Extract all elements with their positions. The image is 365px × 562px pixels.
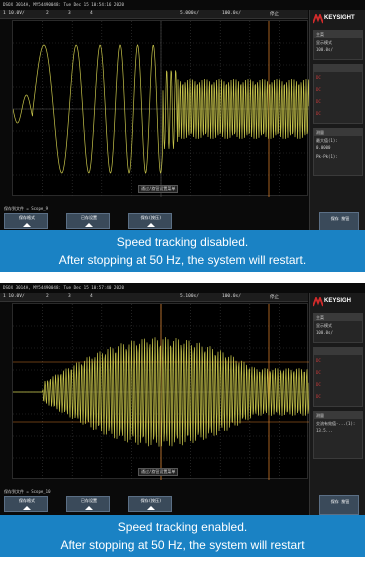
ch3-coupling: DC xyxy=(316,99,321,104)
caption-line-2: After stopping at 50 Hz, the system will… xyxy=(58,253,307,267)
caption: Speed tracking enabled. After stopping a… xyxy=(0,515,365,557)
delay[interactable]: 100.0s/ xyxy=(222,294,241,299)
display-mode-label: 显示模式 xyxy=(316,323,332,328)
save-file-label: 保存到文件 = Scope_9 xyxy=(4,206,49,211)
softkey-3[interactable]: 保存(按压) xyxy=(128,213,172,229)
sidebar: KEYSIGH 主菜 显示模式 100.0s/ DC DC DC DC 测量 交… xyxy=(309,293,365,515)
menu-hint-label: 通过/旋钮设置菜单 xyxy=(138,185,179,193)
up-arrow-icon xyxy=(147,223,155,227)
measure-max-value: 0.0000 xyxy=(316,145,331,150)
ch4-coupling: DC xyxy=(316,394,321,399)
brand: KEYSIGHT xyxy=(313,13,365,27)
channel-1-scale[interactable]: 1 10.0V/ xyxy=(3,294,25,299)
channel-3[interactable]: 3 xyxy=(68,11,71,16)
softkey-1[interactable]: 保存格式 xyxy=(4,496,48,512)
softkey-bar: 保存到文件 = Scope_9 保存格式 已存设置 保存(按压) xyxy=(0,206,308,229)
caption-line-1: Speed tracking enabled. xyxy=(117,520,248,534)
softkey-1[interactable]: 保存格式 xyxy=(4,213,48,229)
measure-rms-value: 13.5... xyxy=(316,428,333,433)
display-mode-label: 显示模式 xyxy=(316,40,332,45)
time-scale[interactable]: 5.000s/ xyxy=(180,11,199,16)
keysight-logo-icon xyxy=(313,297,323,307)
device-info: DSOX 3014A, MY54490048: Tue Dec 15 10:57… xyxy=(3,285,125,290)
softkey-save[interactable]: 保存 按钮 xyxy=(319,495,359,515)
measure-max-label: 最大值(1): xyxy=(316,138,338,143)
scope-panel-enabled: DSOX 3014A, MY54490048: Tue Dec 15 10:57… xyxy=(0,283,365,557)
softkey-2[interactable]: 已存设置 xyxy=(66,496,110,512)
run-status[interactable]: 停止 xyxy=(270,11,279,17)
menu-title: 主菜 xyxy=(316,315,324,320)
brand: KEYSIGH xyxy=(313,296,365,310)
brand-name: KEYSIGH xyxy=(324,298,352,304)
softkey-save[interactable]: 保存 按钮 xyxy=(319,212,359,232)
softkey-save-label: 保存 按钮 xyxy=(330,499,350,504)
channel-block[interactable]: DC DC DC DC xyxy=(313,64,363,124)
softkey-bar: 保存到文件 = Scope_10 保存格式 已存设置 保存(按压) xyxy=(0,489,308,512)
softkey-3[interactable]: 保存(按压) xyxy=(128,496,172,512)
ch1-coupling: DC xyxy=(316,358,321,363)
measure-block[interactable]: 测量 交流有效值-...(1): 13.5... xyxy=(313,411,363,459)
channel-block[interactable]: DC DC DC DC xyxy=(313,347,363,407)
caption: Speed tracking disabled. After stopping … xyxy=(0,230,365,272)
scope-topbar: 1 10.0V/ 2 3 4 5.000s/ 100.0s/ 停止 xyxy=(0,10,308,19)
measure-rms-label: 交流有效值-...(1): xyxy=(316,421,356,426)
up-arrow-icon xyxy=(23,506,31,510)
channel-4[interactable]: 4 xyxy=(90,294,93,299)
waveform-plot xyxy=(13,21,309,197)
waveform-screen[interactable]: 通过/旋钮设置菜单 xyxy=(12,20,309,197)
ch2-coupling: DC xyxy=(316,370,321,375)
measure-pkpk-label: Pk-Pk(1): xyxy=(316,154,338,159)
caption-line-2: After stopping at 50 Hz, the system will… xyxy=(60,538,305,552)
menu-title: 主菜 xyxy=(316,32,324,37)
device-info: DSOX 3014A, MY54490048: Tue Dec 15 10:54… xyxy=(3,2,125,7)
softkey-1-label: 保存格式 xyxy=(19,215,35,220)
measure-title: 测量 xyxy=(316,130,324,135)
softkey-2[interactable]: 已存设置 xyxy=(66,213,110,229)
waveform-plot xyxy=(13,304,309,480)
softkey-3-label: 保存(按压) xyxy=(140,498,162,503)
softkey-save-label: 保存 按钮 xyxy=(330,216,350,221)
delay[interactable]: 100.0s/ xyxy=(222,11,241,16)
up-arrow-icon xyxy=(85,506,93,510)
measure-block[interactable]: 测量 最大值(1): 0.0000 Pk-Pk(1): xyxy=(313,128,363,176)
run-status[interactable]: 停止 xyxy=(270,294,279,300)
sidebar: KEYSIGHT 主菜 显示模式 100.0s/ DC DC DC DC 测量 … xyxy=(309,10,365,232)
scope-panel-disabled: DSOX 3014A, MY54490048: Tue Dec 15 10:54… xyxy=(0,0,365,272)
up-arrow-icon xyxy=(147,506,155,510)
scope-topbar: 1 10.0V/ 2 3 4 5.100s/ 100.0s/ 停止 xyxy=(0,293,308,302)
softkey-2-label: 已存设置 xyxy=(81,215,97,220)
time-scale[interactable]: 5.100s/ xyxy=(180,294,199,299)
keysight-logo-icon xyxy=(313,14,323,24)
softkey-3-label: 保存(按压) xyxy=(140,215,162,220)
channel-4[interactable]: 4 xyxy=(90,11,93,16)
main-menu-block[interactable]: 主菜 显示模式 100.0s/ xyxy=(313,30,363,60)
menu-hint-label: 通过/旋钮设置菜单 xyxy=(138,468,179,476)
channel-1-scale[interactable]: 1 10.0V/ xyxy=(3,11,25,16)
display-mode-value: 100.0s/ xyxy=(316,47,333,52)
brand-name: KEYSIGHT xyxy=(324,15,355,21)
display-mode-value: 100.0s/ xyxy=(316,330,333,335)
channel-3[interactable]: 3 xyxy=(68,294,71,299)
ch1-coupling: DC xyxy=(316,75,321,80)
measure-title: 测量 xyxy=(316,413,324,418)
softkey-2-label: 已存设置 xyxy=(81,498,97,503)
softkey-1-label: 保存格式 xyxy=(19,498,35,503)
caption-line-1: Speed tracking disabled. xyxy=(116,235,249,249)
main-menu-block[interactable]: 主菜 显示模式 100.0s/ xyxy=(313,313,363,343)
channel-2[interactable]: 2 xyxy=(46,11,49,16)
ch4-coupling: DC xyxy=(316,111,321,116)
up-arrow-icon xyxy=(23,223,31,227)
ch2-coupling: DC xyxy=(316,87,321,92)
save-file-label: 保存到文件 = Scope_10 xyxy=(4,489,51,494)
waveform-screen[interactable]: 通过/旋钮设置菜单 xyxy=(12,303,309,480)
channel-2[interactable]: 2 xyxy=(46,294,49,299)
up-arrow-icon xyxy=(85,223,93,227)
ch3-coupling: DC xyxy=(316,382,321,387)
